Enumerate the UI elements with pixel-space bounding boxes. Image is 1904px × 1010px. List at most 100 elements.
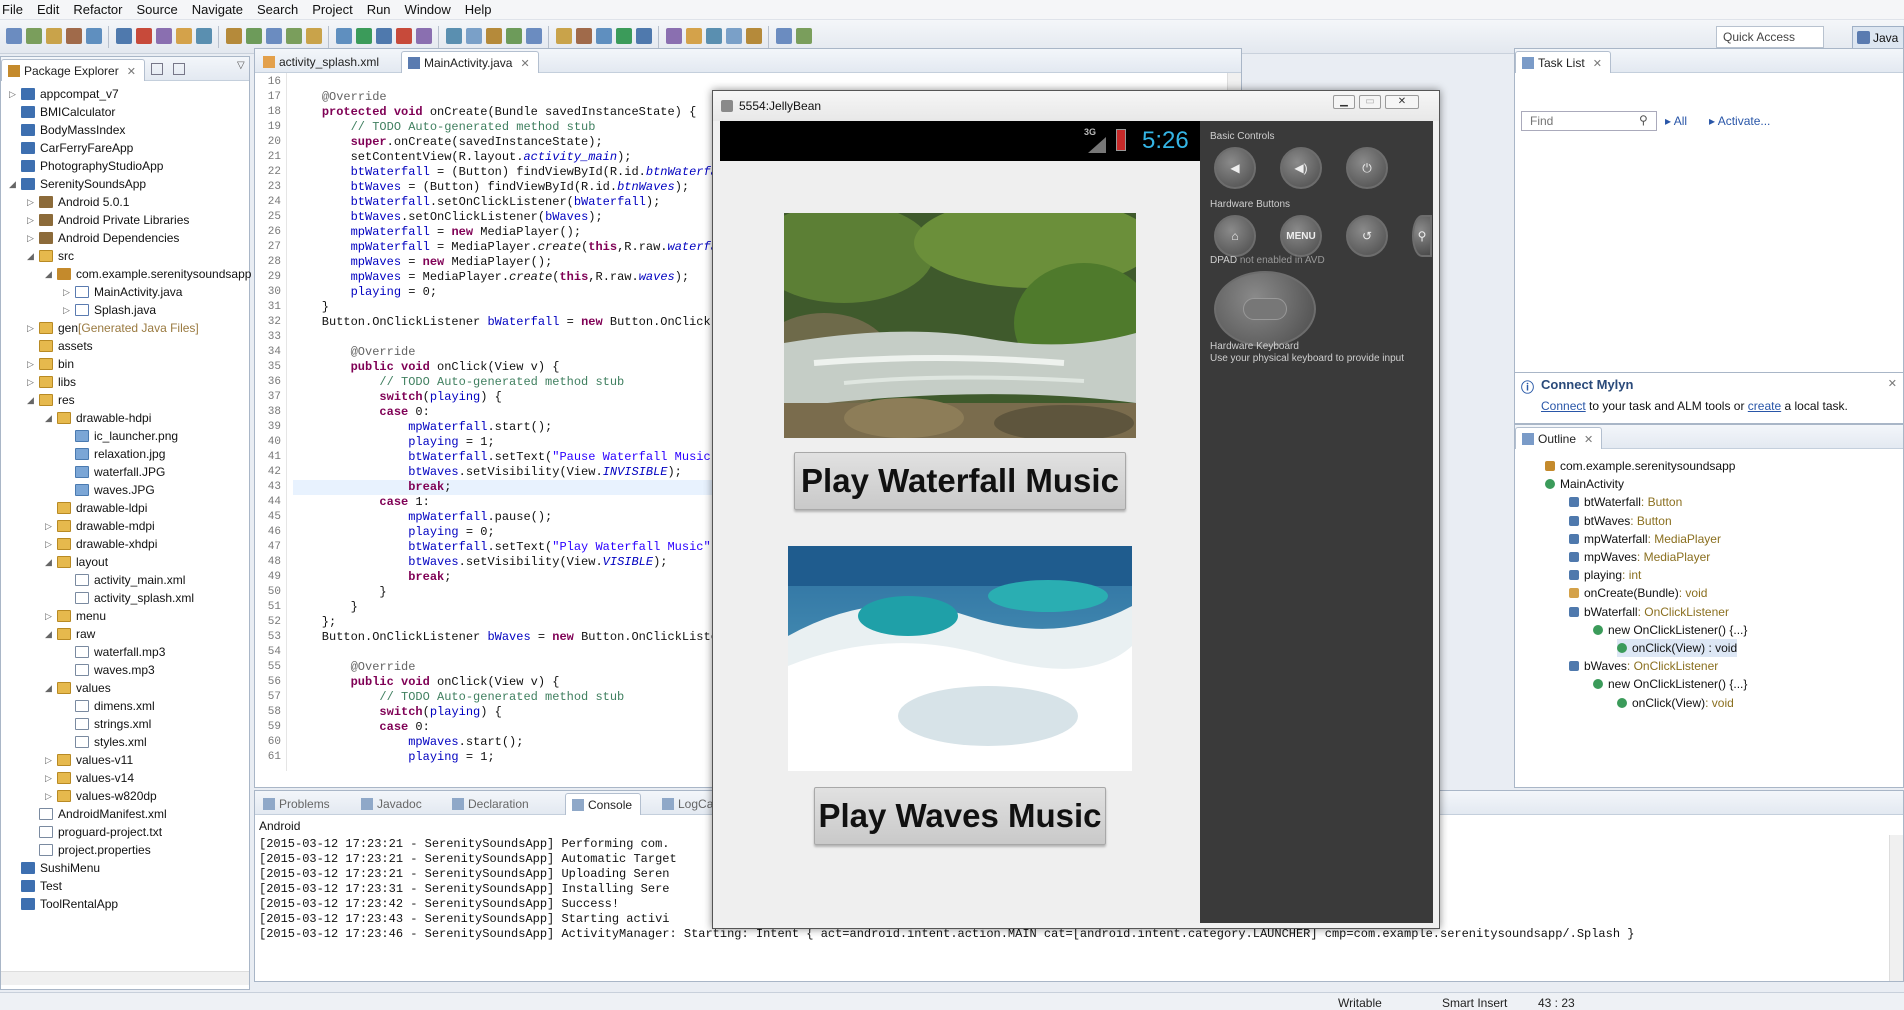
tree-item[interactable]: BMICalculator [9, 103, 115, 121]
tree-item[interactable]: ▷ Android Dependencies [27, 229, 179, 247]
toolbar-icon[interactable] [556, 28, 572, 44]
tree-item[interactable]: CarFerryFareApp [9, 139, 133, 157]
tree-item[interactable]: ◢ com.example.serenitysoundsapp [45, 265, 251, 283]
toolbar-icon[interactable] [666, 28, 682, 44]
tree-item[interactable]: ▷ drawable-xhdpi [45, 535, 157, 553]
toolbar-icon[interactable] [246, 28, 262, 44]
tree-item[interactable]: ▷ values-w820dp [45, 787, 157, 805]
play-waves-button[interactable]: Play Waves Music [814, 787, 1106, 845]
toolbar-icon[interactable] [376, 28, 392, 44]
close-icon[interactable]: ✕ [1584, 434, 1593, 446]
outline-item[interactable]: MainActivity [1545, 475, 1624, 493]
search-button[interactable]: ⚲ [1412, 215, 1432, 257]
toolbar-icon[interactable] [616, 28, 632, 44]
tree-item[interactable]: ▷ values-v11 [45, 751, 133, 769]
connect-link[interactable]: Connect [1541, 399, 1586, 413]
toolbar-icon[interactable] [176, 28, 192, 44]
tab-console[interactable]: Console [565, 793, 642, 815]
tree-item[interactable]: ToolRentalApp [9, 895, 118, 913]
menu-refactor[interactable]: Refactor [73, 2, 122, 17]
toolbar-icon[interactable] [46, 28, 62, 44]
create-link[interactable]: create [1748, 399, 1781, 413]
close-icon[interactable]: ✕ [520, 58, 529, 70]
java-perspective-button[interactable]: Java [1852, 26, 1904, 50]
task-find-input[interactable] [1521, 111, 1657, 131]
outline-item[interactable]: bWaterfall : OnClickListener [1569, 603, 1729, 621]
expand-arrow-icon[interactable]: ▷ [27, 323, 39, 334]
toolbar-icon[interactable] [286, 28, 302, 44]
menu-help[interactable]: Help [465, 2, 492, 17]
tree-item[interactable]: drawable-ldpi [45, 499, 147, 517]
tree-item[interactable]: SushiMenu [9, 859, 100, 877]
toolbar-icon[interactable] [596, 28, 612, 44]
toolbar-icon[interactable] [226, 28, 242, 44]
tree-item[interactable]: Test [9, 877, 62, 895]
dpad[interactable] [1214, 271, 1316, 347]
tree-item[interactable]: waterfall.JPG [63, 463, 165, 481]
outline-item[interactable]: bWaves : OnClickListener [1569, 657, 1718, 675]
menu-search[interactable]: Search [257, 2, 298, 17]
expand-arrow-icon[interactable]: ▷ [45, 539, 57, 550]
tree-item[interactable]: waves.JPG [63, 481, 155, 499]
tree-item[interactable]: ◢ values [45, 679, 111, 697]
outline-item[interactable]: mpWaves : MediaPlayer [1569, 548, 1710, 566]
quick-access-input[interactable]: Quick Access [1716, 26, 1824, 48]
tree-item[interactable]: strings.xml [63, 715, 151, 733]
tab-outline[interactable]: Outline ✕ [1515, 427, 1603, 449]
toolbar-icon[interactable] [116, 28, 132, 44]
menu-window[interactable]: Window [405, 2, 451, 17]
minimize-button[interactable]: ▁ [1333, 95, 1355, 109]
close-icon[interactable]: ✕ [1888, 377, 1897, 390]
toolbar-icon[interactable] [396, 28, 412, 44]
tab-problems[interactable]: Problems [257, 793, 338, 815]
outline-item[interactable]: playing : int [1569, 566, 1641, 584]
tree-item[interactable]: assets [27, 337, 93, 355]
toolbar-icon[interactable] [706, 28, 722, 44]
tree-item[interactable]: AndroidManifest.xml [27, 805, 167, 823]
maximize-button[interactable]: ▭ [1359, 95, 1381, 109]
tree-item[interactable]: ▷ Android 5.0.1 [27, 193, 129, 211]
menu-run[interactable]: Run [367, 2, 391, 17]
toolbar-icon[interactable] [526, 28, 542, 44]
expand-arrow-icon[interactable]: ▷ [9, 89, 21, 100]
tree-item[interactable]: project.properties [27, 841, 151, 859]
tree-item[interactable]: ◢ layout [45, 553, 108, 571]
tree-item[interactable]: ▷ values-v14 [45, 769, 134, 787]
task-activate-link[interactable]: ▸ Activate... [1709, 114, 1770, 128]
expand-arrow-icon[interactable]: ▷ [27, 377, 39, 388]
toolbar-icon[interactable] [576, 28, 592, 44]
outline-item[interactable]: btWaterfall : Button [1569, 493, 1682, 511]
back-button[interactable]: ↺ [1346, 215, 1388, 257]
menu-file[interactable]: File [2, 2, 23, 17]
outline-item[interactable]: new OnClickListener() {...} [1593, 621, 1747, 639]
outline-item[interactable]: onClick(View) : void [1617, 694, 1734, 712]
toolbar-icon[interactable] [306, 28, 322, 44]
toolbar-icon[interactable] [6, 28, 22, 44]
menu-source[interactable]: Source [137, 2, 178, 17]
expand-arrow-icon[interactable]: ▷ [45, 791, 57, 802]
outline-item[interactable]: btWaves : Button [1569, 512, 1672, 530]
close-icon[interactable]: ✕ [1593, 58, 1602, 70]
tree-item[interactable]: waves.mp3 [63, 661, 155, 679]
tab-task-list[interactable]: Task List ✕ [1515, 51, 1611, 73]
toolbar-icon[interactable] [356, 28, 372, 44]
menu-edit[interactable]: Edit [37, 2, 59, 17]
toolbar-icon[interactable] [156, 28, 172, 44]
tree-item[interactable]: ▷ appcompat_v7 [9, 85, 119, 103]
expand-arrow-icon[interactable]: ▷ [27, 215, 39, 226]
tree-item[interactable]: ▷ gen [Generated Java Files] [27, 319, 199, 337]
toolbar-icon[interactable] [86, 28, 102, 44]
collapse-arrow-icon[interactable]: ◢ [45, 557, 57, 568]
tree-item[interactable]: ic_launcher.png [63, 427, 178, 445]
tree-item[interactable]: ◢ SerenitySoundsApp [9, 175, 146, 193]
toolbar-icon[interactable] [746, 28, 762, 44]
toolbar-icon[interactable] [66, 28, 82, 44]
toolbar-icon[interactable] [686, 28, 702, 44]
toolbar-icon[interactable] [416, 28, 432, 44]
collapse-all-icon[interactable] [151, 63, 163, 75]
outline-item[interactable]: onClick(View) : void [1617, 639, 1738, 657]
toolbar-icon[interactable] [636, 28, 652, 44]
collapse-arrow-icon[interactable]: ◢ [45, 683, 57, 694]
home-button[interactable]: ⌂ [1214, 215, 1256, 257]
power-button[interactable]: ⏻ [1346, 147, 1388, 189]
